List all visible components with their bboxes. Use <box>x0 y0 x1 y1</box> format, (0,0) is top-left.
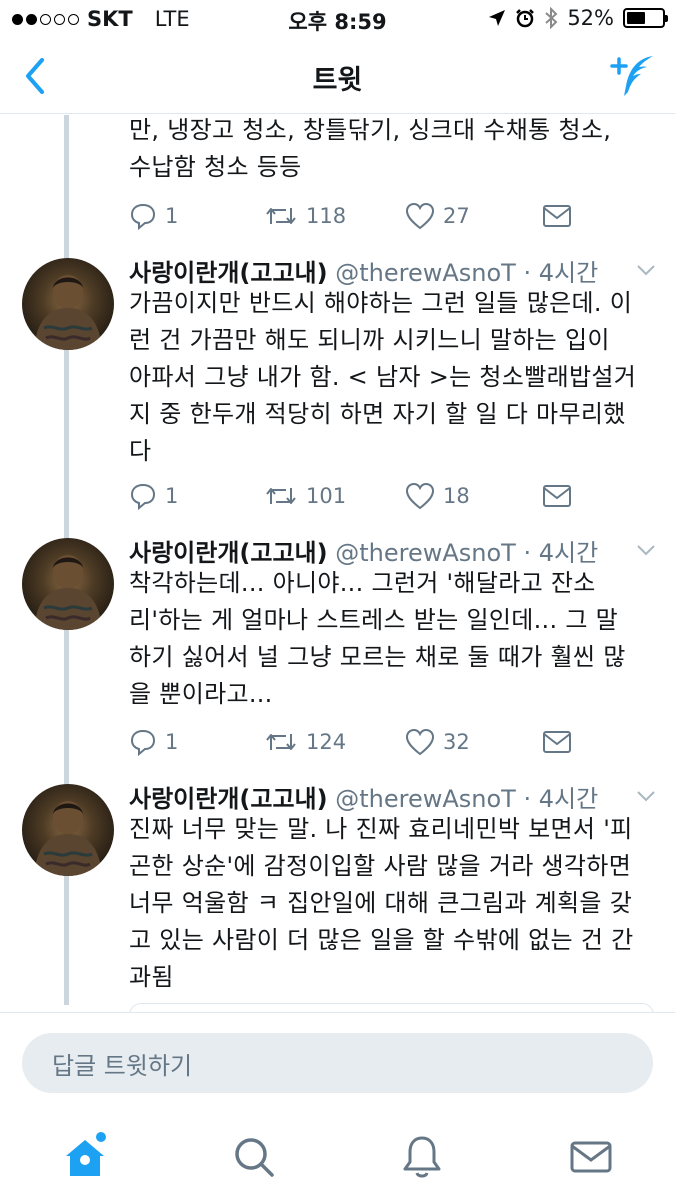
tweet-header: 사랑이란개(고고내) @therewAsnoT · 4시간 <box>129 779 657 813</box>
tweet-actions: 1 124 32 <box>129 722 599 762</box>
reply-button[interactable]: 1 <box>129 196 178 236</box>
compose-feather-icon <box>610 56 653 96</box>
avatar-image <box>34 275 102 350</box>
like-count: 27 <box>443 204 470 228</box>
tweet-item[interactable]: 사랑이란개(고고내) @therewAsnoT · 4시간 가끔이지만 반드시 … <box>0 255 675 525</box>
tweet-item[interactable]: 만, 냉장고 청소, 창틀닦기, 싱크대 수채통 청소, 수납함 청소 등등 1… <box>0 115 675 255</box>
chevron-down-icon[interactable] <box>635 785 657 807</box>
retweet-icon <box>266 208 296 224</box>
tab-search[interactable] <box>229 1132 279 1182</box>
envelope-icon <box>543 485 571 507</box>
reply-icon <box>130 203 156 230</box>
reply-count: 1 <box>165 204 179 228</box>
tweet-text: 진짜 너무 맞는 말. 나 진짜 효리네민박 보면서 '피 곤한 상순'에 감정… <box>129 815 634 991</box>
search-icon <box>235 1138 274 1177</box>
tweet-actions: 1 118 27 <box>129 196 599 236</box>
author-name[interactable]: 사랑이란개(고고내) <box>129 259 328 287</box>
compose-tweet-button[interactable] <box>609 52 659 100</box>
avatar[interactable] <box>22 784 114 876</box>
author-handle[interactable]: @therewAsnoT <box>335 259 516 287</box>
tweet-header: 사랑이란개(고고내) @therewAsnoT · 4시간 <box>129 533 657 567</box>
tab-home[interactable] <box>60 1132 110 1182</box>
battery-icon <box>623 8 668 28</box>
retweet-button[interactable]: 118 <box>264 196 346 236</box>
retweet-icon <box>266 488 296 504</box>
reply-input[interactable]: 답글 트윗하기 <box>22 1033 653 1093</box>
like-count: 32 <box>443 730 470 754</box>
notification-dot <box>96 1132 106 1142</box>
like-button[interactable]: 27 <box>405 196 470 236</box>
tweet-time: · 4시간 <box>523 259 599 287</box>
author-handle[interactable]: @therewAsnoT <box>335 539 516 567</box>
dm-share-button[interactable] <box>542 476 572 516</box>
tweet-item[interactable]: 사랑이란개(고고내) @therewAsnoT · 4시간 진짜 너무 맞는 말… <box>0 781 675 1015</box>
retweet-count: 118 <box>306 204 347 228</box>
avatar[interactable] <box>22 258 114 350</box>
tweet-thread: 만, 냉장고 청소, 창틀닦기, 싱크대 수채통 청소, 수납함 청소 등등 1… <box>0 115 675 1015</box>
reply-bar: 답글 트윗하기 <box>0 1012 675 1114</box>
retweet-count: 124 <box>306 730 347 754</box>
tweet-text: 가끔이지만 반드시 해야하는 그런 일들 많은데. 이 런 건 가끔만 해도 되… <box>129 289 637 465</box>
status-bar: SKT LTE 오후 8:59 52% <box>0 0 675 40</box>
page-title: 트윗 <box>312 65 363 96</box>
battery-fill <box>627 12 645 24</box>
tweet-actions: 1 101 18 <box>129 476 599 516</box>
like-button[interactable]: 18 <box>405 476 470 516</box>
tweet-text: 착각하는데... 아니야... 그런거 '해달라고 잔소 리'하는 게 얼마나 … <box>129 569 626 708</box>
envelope-icon <box>543 205 571 227</box>
status-right: 52% <box>488 6 668 30</box>
avatar[interactable] <box>22 538 114 630</box>
messages-envelope-icon <box>570 1141 612 1173</box>
chevron-down-icon[interactable] <box>635 259 657 281</box>
author-handle[interactable]: @therewAsnoT <box>335 785 516 813</box>
reply-icon <box>130 483 156 510</box>
notifications-bell-icon <box>403 1136 441 1178</box>
avatar-image <box>34 555 102 630</box>
like-button[interactable]: 32 <box>405 722 470 762</box>
envelope-icon <box>543 731 571 753</box>
alarm-clock-icon <box>516 9 535 28</box>
tab-notifications[interactable] <box>397 1132 447 1182</box>
tweet-time: · 4시간 <box>523 785 599 813</box>
author-name[interactable]: 사랑이란개(고고내) <box>129 539 328 567</box>
location-arrow-icon <box>489 10 506 26</box>
heart-icon <box>405 202 435 230</box>
author-name[interactable]: 사랑이란개(고고내) <box>129 785 328 813</box>
tweet-text: 만, 냉장고 청소, 창틀닦기, 싱크대 수채통 청소, 수납함 청소 등등 <box>129 116 612 181</box>
heart-icon <box>405 482 435 510</box>
retweet-icon <box>266 734 296 750</box>
tab-messages[interactable] <box>566 1132 616 1182</box>
reply-button[interactable]: 1 <box>129 476 178 516</box>
retweet-button[interactable]: 101 <box>264 476 346 516</box>
bluetooth-icon <box>545 7 558 29</box>
like-count: 18 <box>443 484 470 508</box>
reply-count: 1 <box>165 484 179 508</box>
retweet-button[interactable]: 124 <box>264 722 346 762</box>
nav-bar: 트윗 <box>0 40 675 114</box>
dm-share-button[interactable] <box>542 196 572 236</box>
tweet-item[interactable]: 사랑이란개(고고내) @therewAsnoT · 4시간 착각하는데... 아… <box>0 535 675 775</box>
battery-percent: 52% <box>567 6 614 30</box>
avatar-image <box>34 801 102 876</box>
reply-icon <box>130 729 156 756</box>
retweet-count: 101 <box>306 484 347 508</box>
reply-count: 1 <box>165 730 179 754</box>
heart-icon <box>405 728 435 756</box>
chevron-down-icon[interactable] <box>635 539 657 561</box>
tweet-header: 사랑이란개(고고내) @therewAsnoT · 4시간 <box>129 253 657 287</box>
tab-bar <box>0 1114 675 1200</box>
dm-share-button[interactable] <box>542 722 572 762</box>
tweet-time: · 4시간 <box>523 539 599 567</box>
reply-button[interactable]: 1 <box>129 722 178 762</box>
